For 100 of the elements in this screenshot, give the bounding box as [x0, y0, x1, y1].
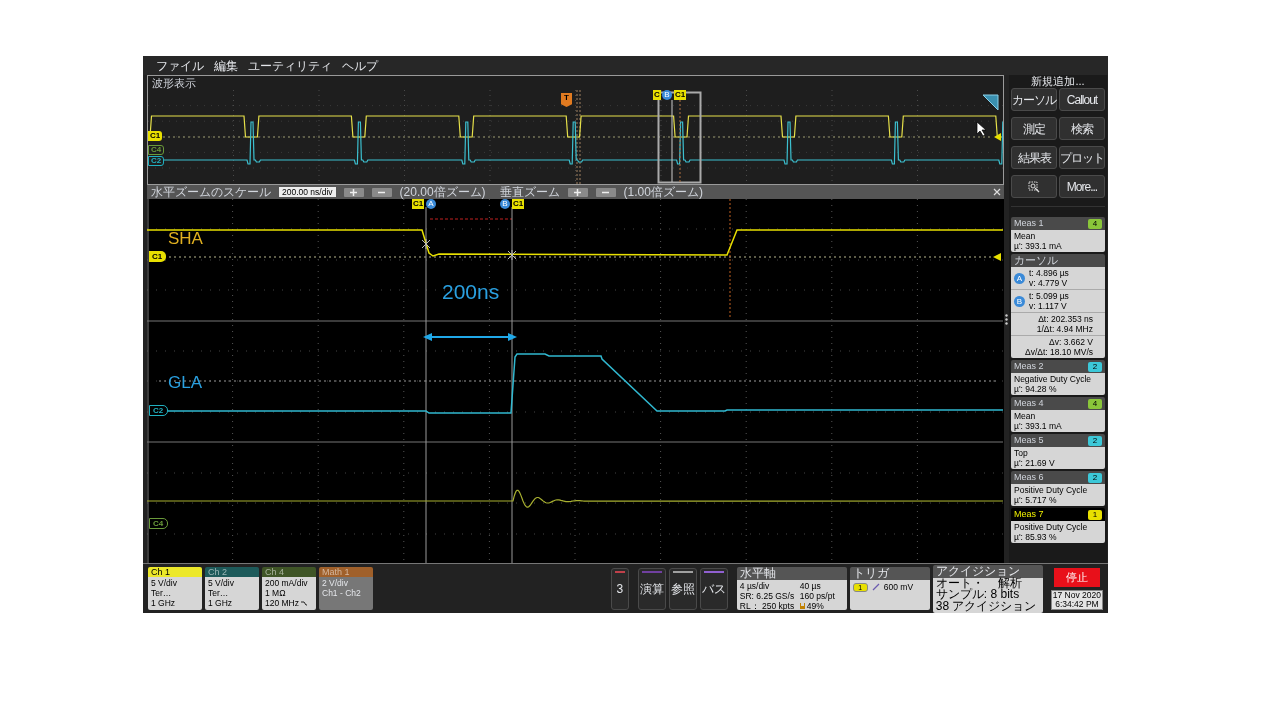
toolbar-label: 垂直ズーム — [499, 186, 560, 198]
badge-text: 2 V/div — [322, 578, 348, 588]
zoom-region-icon — [1028, 180, 1040, 193]
plus-icon — [574, 188, 582, 196]
channel-marker[interactable]: C2 — [149, 405, 169, 416]
badge-text: SR: 6.25 GS/s — [739, 591, 796, 601]
zoom-factor: (20.00倍ズーム) — [399, 186, 486, 198]
close-button[interactable] — [992, 187, 1001, 197]
cursor-tag[interactable]: A — [426, 199, 436, 209]
annotation-text: 200ns — [442, 281, 500, 302]
close-icon — [992, 188, 1001, 196]
badge-text: 1 GHz — [208, 598, 233, 608]
channel-tag[interactable]: C1 — [412, 199, 425, 209]
badge-text: オート・ — [935, 577, 984, 589]
source-badge: 4 — [1088, 398, 1102, 409]
readout-text: Positive Duty Cycle — [1014, 485, 1089, 495]
toolbar-label: 水平ズームのスケール — [151, 186, 271, 198]
zoom-in-button[interactable] — [343, 187, 364, 197]
readout-text: µ': 85.93 % — [1014, 532, 1058, 542]
scale-field[interactable]: 200.00 ns/div — [279, 187, 336, 197]
channel-marker[interactable]: C2 — [148, 156, 165, 166]
add-button[interactable]: 演算 — [637, 567, 666, 610]
source-badge: 2 — [1088, 435, 1102, 446]
badge-text: 5 V/div — [208, 578, 234, 588]
readout-text: Top — [1014, 448, 1029, 458]
add-button[interactable]: 3 — [610, 567, 629, 610]
panel-button[interactable]: More... — [1059, 175, 1105, 198]
badge-text: 160 ps/pt — [799, 591, 835, 601]
zoom-out-button[interactable] — [595, 187, 616, 197]
cursor-line[interactable] — [425, 206, 427, 563]
readout-text: Mean — [1014, 411, 1037, 421]
badge-text: 5 V/div — [151, 578, 177, 588]
menu-item[interactable]: ヘルプ — [342, 59, 378, 72]
menu-item[interactable]: 編集 — [214, 59, 238, 72]
menu-item[interactable]: ユーティリティ — [248, 59, 332, 72]
trigger-marker[interactable]: T — [561, 93, 572, 107]
pointer-icon — [976, 121, 987, 137]
badge-text: 解析 — [997, 577, 1022, 589]
badge-text: 200 mA/div — [265, 578, 308, 588]
readout-text: µ': 94.28 % — [1014, 384, 1058, 394]
badge-text: 1 MΩ — [265, 588, 286, 598]
readout-text: Negative Duty Cycle — [1014, 374, 1092, 384]
readout-text: Positive Duty Cycle — [1014, 522, 1089, 532]
cursor-tag[interactable]: B — [662, 90, 672, 100]
zoom-out-button[interactable] — [371, 187, 392, 197]
badge-text: 38 アクイジション — [935, 600, 1037, 612]
channel-tag[interactable]: C1 — [674, 90, 687, 100]
channel-marker[interactable]: C1 — [149, 251, 167, 262]
readout-text: Δv: 3.662 V — [1049, 337, 1093, 347]
channel-marker[interactable]: C4 — [148, 145, 165, 155]
triangle-icon[interactable] — [982, 94, 999, 111]
menu-item[interactable]: ファイル — [156, 59, 204, 72]
badge-text: 1 GHz — [151, 598, 176, 608]
channel-marker[interactable]: C1 — [148, 131, 163, 141]
badge-text: 4 µs/div — [739, 581, 771, 591]
readout-text: µ': 393.1 mA — [1014, 241, 1063, 251]
zoom-factor: (1.00倍ズーム) — [623, 186, 703, 198]
zoom-in-button[interactable] — [567, 187, 588, 197]
badge-text: Ter… — [208, 588, 229, 598]
annotation-text: GLA — [168, 374, 203, 391]
stop-button[interactable]: 停止 — [1053, 567, 1100, 587]
channel-marker[interactable]: C4 — [149, 518, 169, 529]
panel-button[interactable]: カーソル — [1011, 88, 1057, 111]
panel-title: 新規追加... — [1030, 76, 1086, 87]
cursor-tag: B — [1014, 295, 1025, 307]
readout-text: Δt: 202.353 ns — [1038, 314, 1093, 324]
drag-handle-icon[interactable] — [1005, 313, 1008, 325]
badge-text: 49% — [806, 601, 824, 610]
readout-text: Δv/Δt: 18.10 MV/s — [1024, 347, 1093, 357]
channel-tag[interactable]: C1 — [512, 199, 525, 209]
add-button[interactable]: 参照 — [668, 567, 697, 610]
level-arrow-icon — [993, 253, 1001, 261]
annotation-text: SHA — [168, 230, 203, 247]
channel-tag[interactable]: C — [653, 90, 661, 100]
source-badge: 4 — [1088, 218, 1102, 229]
panel-button[interactable]: 結果表 — [1011, 146, 1057, 169]
readout-text: µ': 393.1 mA — [1014, 421, 1063, 431]
cross-marker — [421, 238, 431, 250]
badge-header: アクイジション — [932, 564, 1043, 578]
panel-button[interactable]: 測定 — [1011, 117, 1057, 140]
rising-edge-icon — [871, 583, 880, 591]
readout-text: µ': 21.69 V — [1014, 458, 1056, 468]
readout-text: t: 4.896 µs — [1029, 268, 1069, 278]
badge-text: 120 MHz — [265, 598, 299, 608]
readout-text: v: 1.117 V — [1029, 301, 1068, 311]
badge-header: Math 1 — [319, 567, 373, 577]
cursor-tag[interactable]: B — [500, 199, 510, 209]
panel-button[interactable]: プロット — [1059, 146, 1105, 169]
readout-text: µ': 5.717 % — [1014, 495, 1058, 505]
badge-text: Ch1 - Ch2 — [322, 588, 361, 598]
panel-button[interactable]: Callout — [1059, 88, 1105, 111]
badge-header: Ch 1 — [148, 567, 202, 577]
cursor-line[interactable] — [511, 206, 513, 563]
readout-text: t: 5.099 µs — [1029, 291, 1069, 301]
zoom-button[interactable] — [1011, 175, 1057, 198]
badge-header: Ch 2 — [205, 567, 259, 577]
readout-text: v: 4.779 V — [1029, 278, 1069, 288]
add-button[interactable]: バス — [699, 567, 728, 610]
badge-text: Ter… — [151, 588, 172, 598]
panel-button[interactable]: 検索 — [1059, 117, 1105, 140]
